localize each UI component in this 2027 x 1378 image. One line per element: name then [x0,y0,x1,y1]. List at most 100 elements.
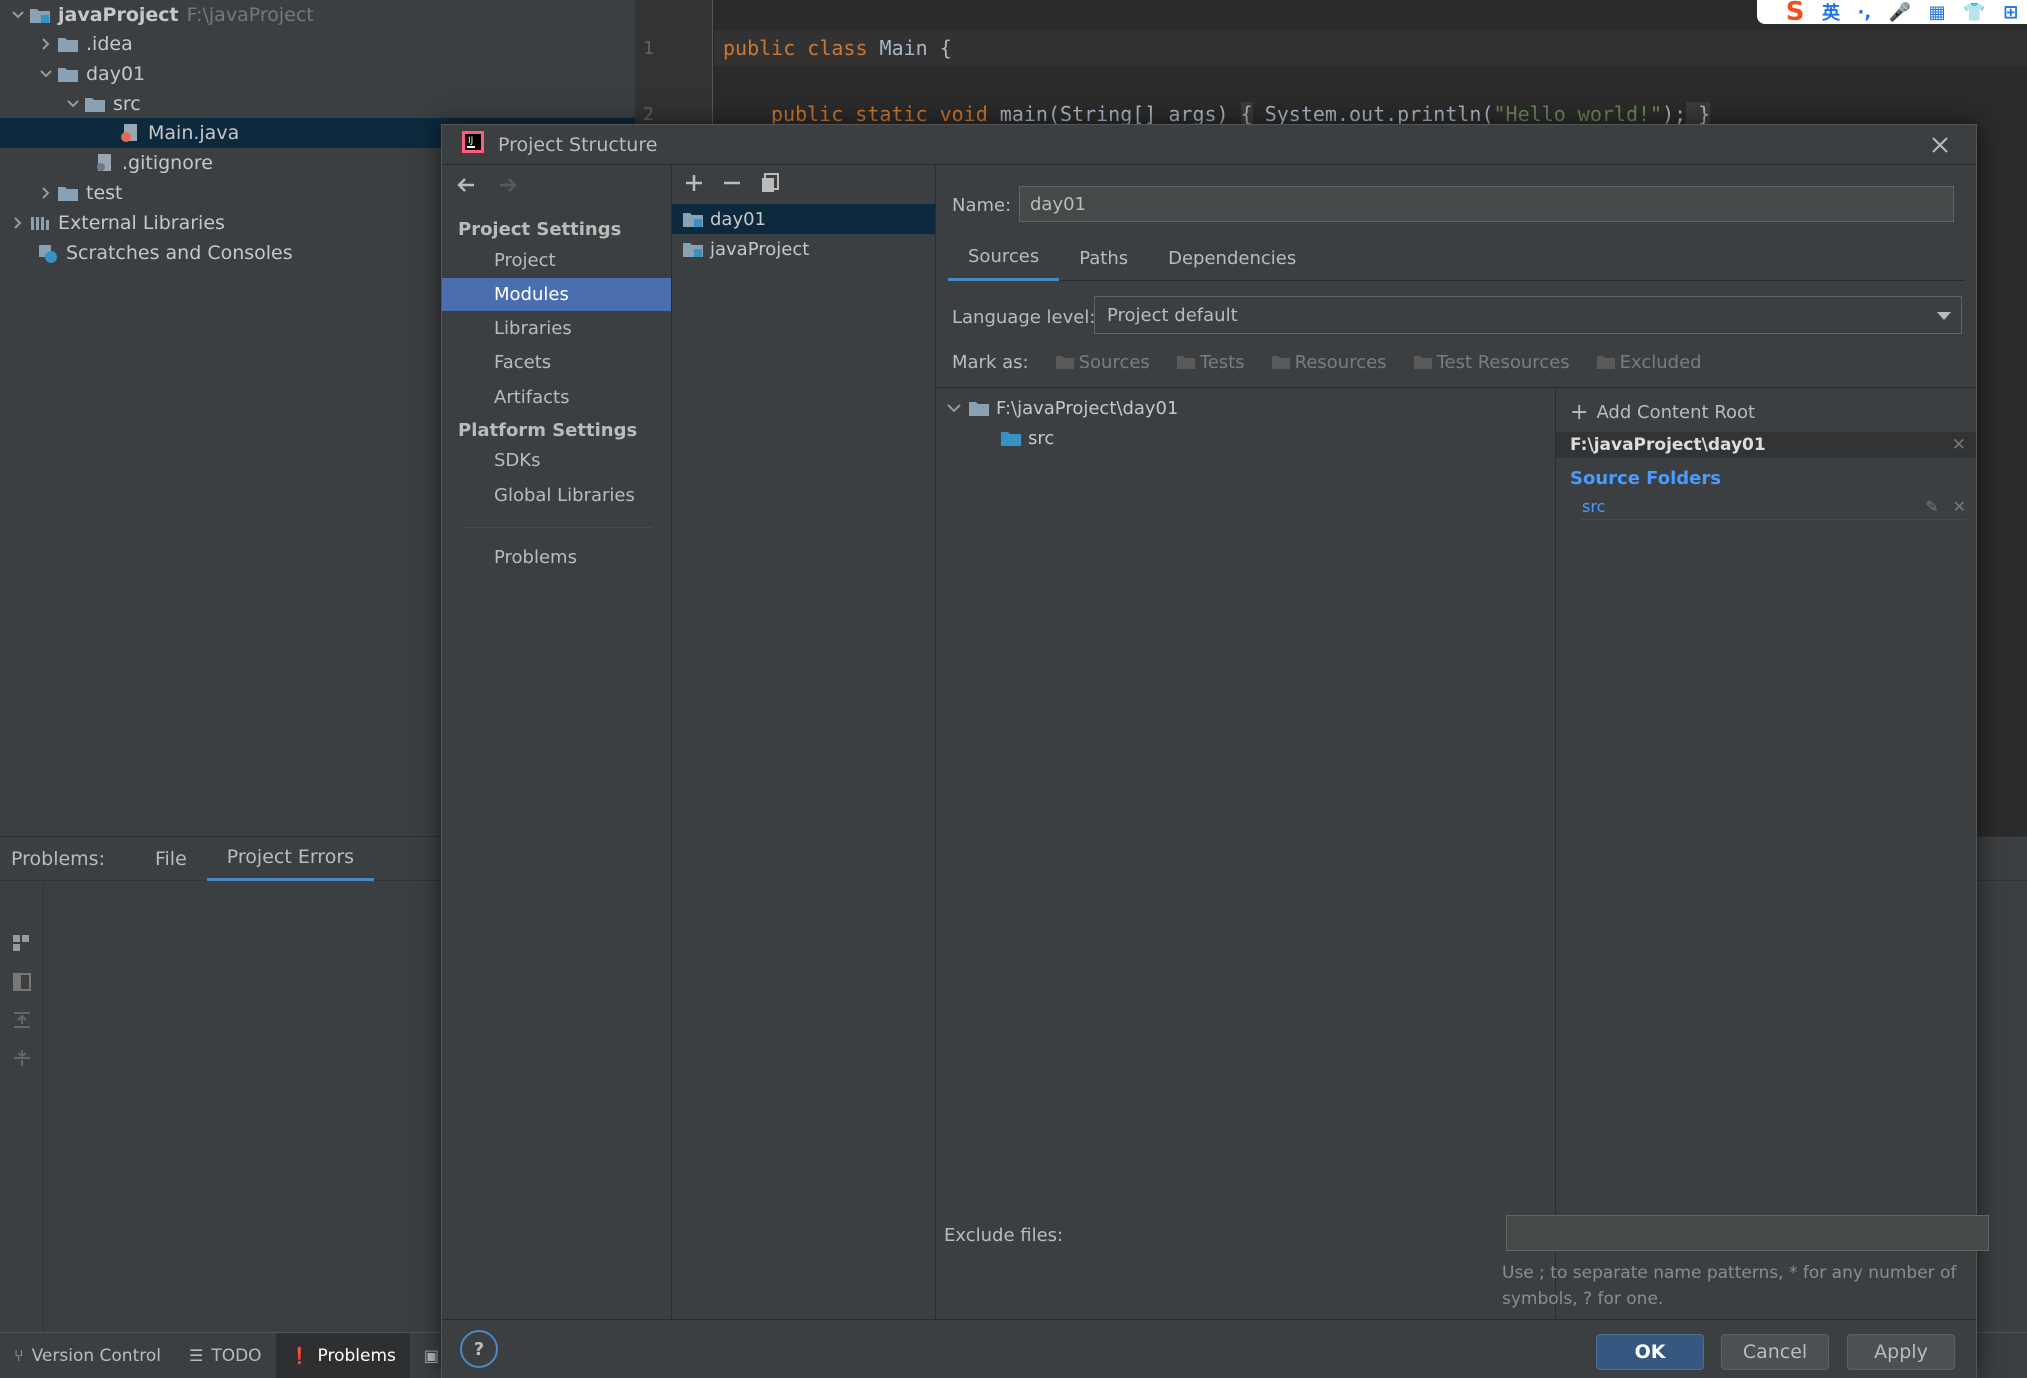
ok-button[interactable]: OK [1596,1334,1704,1370]
todo-button[interactable]: ☰ TODO [175,1333,276,1378]
project-path: F:\javaProject [186,4,314,26]
tree-item-label: src [1028,427,1055,449]
folder-icon [968,399,990,417]
mark-sources-button[interactable]: Sources [1055,352,1150,373]
keyword: public static void [771,102,988,126]
code-text: Main { [867,36,952,60]
tab-dependencies[interactable]: Dependencies [1148,235,1316,281]
remove-icon[interactable] [720,171,744,200]
line-number: 2 [643,104,654,125]
module-item-javaproject[interactable]: javaProject [672,234,935,264]
nav-item-modules[interactable]: Modules [442,278,671,311]
apply-button[interactable]: Apply [1847,1334,1955,1370]
tree-item-label: .idea [86,33,133,55]
module-item-day01[interactable]: day01 [672,204,935,234]
chevron-down-icon[interactable] [946,401,962,415]
content-tree-src[interactable]: src [1000,423,1054,453]
ime-punct-icon[interactable]: ·, [1858,2,1872,23]
tree-item-idea[interactable]: .idea [0,29,635,59]
group-by-icon[interactable] [11,933,33,955]
edit-icon[interactable]: ✎ [1925,497,1938,516]
add-content-root-button[interactable]: + Add Content Root [1570,400,1755,425]
module-detail-panel: Name: Sources Paths Dependencies Languag… [936,165,1989,1319]
module-label: day01 [710,208,767,230]
copy-icon[interactable] [758,171,782,200]
remove-icon[interactable]: ✕ [1953,497,1966,516]
mark-excluded-button[interactable]: Excluded [1596,352,1702,373]
nav-item-facets[interactable]: Facets [442,346,671,379]
fold-marker[interactable]: { [1240,102,1253,126]
dialog-title: Project Structure [498,133,658,156]
tree-item-javaproject[interactable]: javaProject F:\javaProject [0,0,635,30]
ime-logo-icon[interactable]: S [1786,0,1805,27]
module-tabs: Sources Paths Dependencies [948,235,1964,281]
plus-icon: + [1570,400,1589,425]
tree-item-label: Main.java [148,122,240,144]
mark-resources-button[interactable]: Resources [1271,352,1387,373]
add-icon[interactable] [682,171,706,200]
content-root-path: F:\javaProject\day01 [1570,435,1766,455]
tab-sources[interactable]: Sources [948,235,1060,281]
scratches-icon [36,242,60,264]
mark-test-resources-button[interactable]: Test Resources [1413,352,1570,373]
fold-marker[interactable]: } [1686,102,1711,126]
chevron-right-icon[interactable] [36,34,56,54]
nav-item-artifacts[interactable]: Artifacts [442,381,671,414]
nav-item-project[interactable]: Project [442,244,671,277]
help-button[interactable]: ? [460,1330,498,1368]
dialog-button-bar: ? OK Cancel Apply [442,1319,1976,1378]
content-root-tree: F:\javaProject\day01 src [936,387,1556,1319]
cancel-button[interactable]: Cancel [1721,1334,1829,1370]
gitignore-file-icon [92,152,116,174]
nav-arrows [454,173,520,202]
back-arrow-icon[interactable] [454,173,478,202]
terminal-icon: ▣ [423,1346,439,1365]
ime-toolbar[interactable]: S 英 ·, 🎤 ▦ 👕 ⊞ [1757,0,2027,27]
chevron-down-icon[interactable] [63,94,83,114]
expand-all-icon[interactable] [11,1009,33,1031]
code-line-1: public class Main { [723,36,952,60]
nav-item-sdks[interactable]: SDKs [442,444,671,477]
nav-item-problems[interactable]: Problems [442,541,671,574]
tree-item-src[interactable]: src [0,89,635,119]
nav-item-libraries[interactable]: Libraries [442,312,671,345]
keyboard-icon[interactable]: ▦ [1929,2,1946,23]
source-folder-actions: ✎ ✕ [1925,497,1966,516]
tab-paths[interactable]: Paths [1059,235,1148,281]
dialog-titlebar[interactable]: IJ Project Structure [442,125,1976,165]
mark-tests-button[interactable]: Tests [1176,352,1245,373]
string-literal: "Hello world!" [1493,102,1663,126]
module-folder-icon [682,210,704,228]
nav-item-global-libraries[interactable]: Global Libraries [442,479,671,512]
grid-icon[interactable]: ⊞ [2003,2,2018,23]
skin-icon[interactable]: 👕 [1963,2,1985,23]
forward-arrow-icon[interactable] [496,173,520,202]
collapse-all-icon[interactable] [11,1047,33,1069]
intellij-logo-icon: IJ [462,131,484,158]
close-icon[interactable] [1928,133,1952,157]
folder-icon [1271,354,1291,370]
tree-item-day01[interactable]: day01 [0,59,635,89]
language-level-dropdown[interactable]: Project default [1094,296,1962,334]
version-control-button[interactable]: ⑂ Version Control [0,1333,175,1378]
problems-button[interactable]: ❗ Problems [275,1332,410,1378]
ime-lang-icon[interactable]: 英 [1822,0,1840,25]
chevron-right-icon[interactable] [36,183,56,203]
button-label: Version Control [31,1345,161,1366]
tab-file[interactable]: File [135,837,207,881]
tab-project-errors[interactable]: Project Errors [206,837,375,881]
module-name-input[interactable] [1019,186,1954,222]
button-label: Excluded [1619,351,1702,373]
problems-toolbar [0,881,44,1332]
source-folder-row[interactable]: src ✎ ✕ [1582,494,1966,520]
chevron-down-icon[interactable] [8,5,28,25]
module-list-toolbar [682,171,782,200]
tree-item-label: javaProject [58,4,179,26]
remove-root-icon[interactable]: ✕ [1952,435,1966,455]
microphone-icon[interactable]: 🎤 [1889,2,1911,23]
name-label: Name: [952,195,1012,216]
chevron-down-icon[interactable] [36,64,56,84]
preview-icon[interactable] [11,971,33,993]
content-tree-root[interactable]: F:\javaProject\day01 [946,393,1178,423]
chevron-right-icon[interactable] [8,213,28,233]
